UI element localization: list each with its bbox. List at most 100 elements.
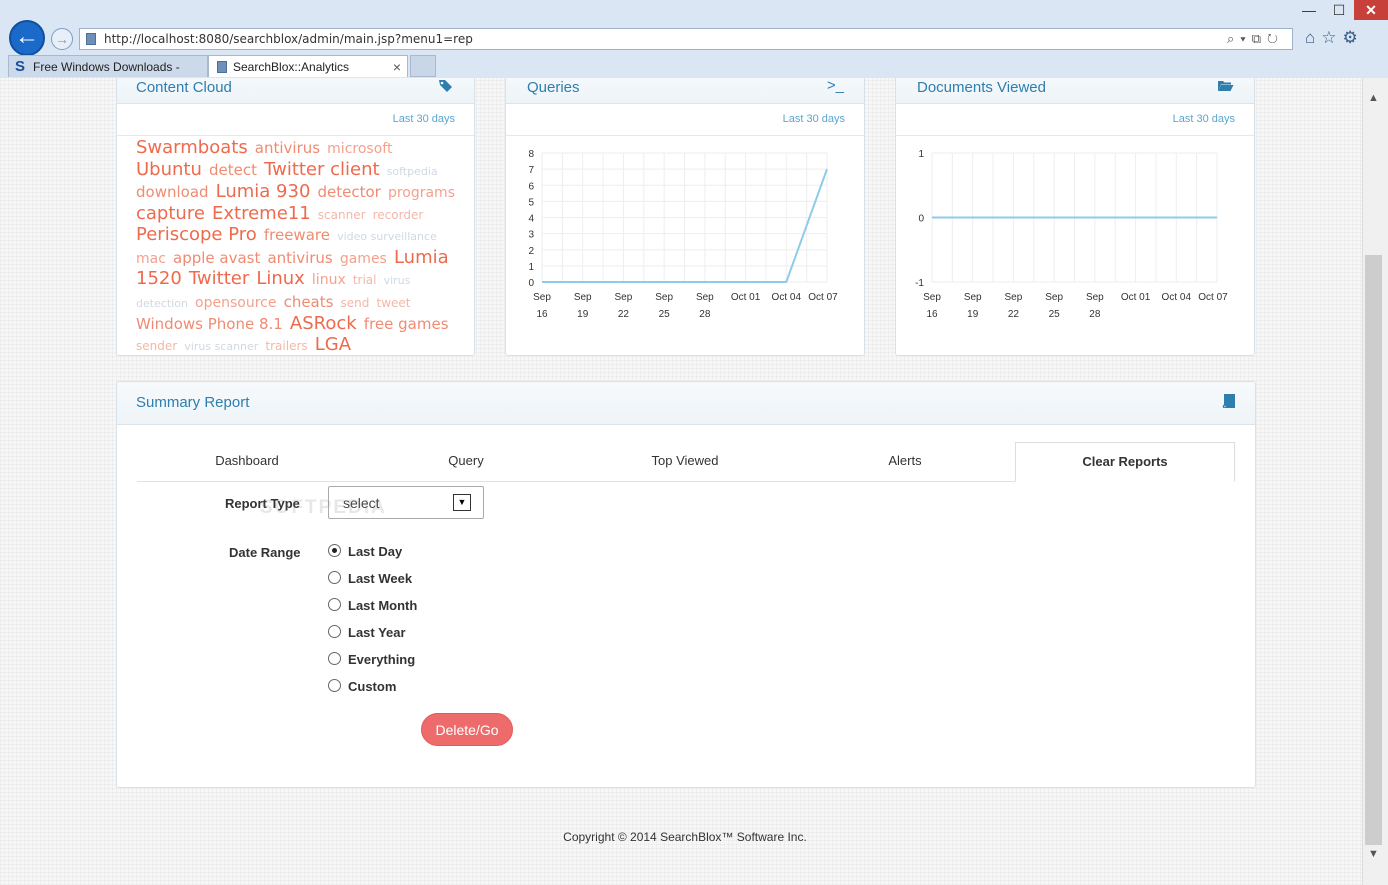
cloud-tag[interactable]: Windows Phone 8.1: [136, 315, 283, 333]
minimize-button[interactable]: —: [1295, 0, 1323, 20]
home-favorites-settings-icons[interactable]: ⌂☆⚙: [1305, 28, 1364, 48]
cloud-tag[interactable]: Lumia 930: [216, 181, 311, 202]
radio-label: Last Month: [348, 598, 418, 613]
cloud-tag[interactable]: LGA: [315, 334, 351, 355]
tab-free-windows-downloads[interactable]: S Free Windows Downloads - So...: [8, 55, 208, 96]
delete-go-button[interactable]: Delete/Go: [421, 713, 513, 746]
tags-icon: [438, 79, 454, 97]
url-text[interactable]: http://localhost:8080/searchblox/admin/m…: [104, 32, 473, 46]
queries-panel: Queries >_ Last 30 days 0 1 2 3 4 5 6 7 8 Sep 16 Se…: [505, 78, 865, 356]
panel-title: Summary Report: [136, 394, 250, 411]
radio-label: Last Day: [348, 544, 403, 559]
cloud-tag[interactable]: games: [340, 251, 387, 267]
forward-arrow-icon[interactable]: →: [51, 28, 73, 50]
cloud-tag[interactable]: apple avast: [173, 249, 260, 267]
documents-viewed-line-chart: -1 0 1 Sep 16 Sep 19 Sep 22 Sep 25 Sep 28 Oct 01 Oct 0…: [915, 149, 1228, 320]
x-tick-label: Sep: [533, 292, 551, 303]
maximize-button[interactable]: ☐: [1325, 0, 1353, 20]
cloud-tag[interactable]: Twitter client: [264, 159, 380, 180]
back-arrow-icon[interactable]: ←: [9, 20, 45, 56]
radio-button[interactable]: [328, 679, 341, 692]
tab-label: SearchBlox::Analytics: [233, 60, 350, 74]
new-tab-button[interactable]: [410, 55, 436, 77]
cloud-tag[interactable]: microsoft: [327, 141, 392, 157]
cloud-tag[interactable]: virus scanner: [184, 340, 258, 353]
cloud-tag[interactable]: detect: [209, 161, 257, 179]
cloud-tag[interactable]: trailers: [265, 339, 307, 353]
scrollbar-thumb[interactable]: [1365, 255, 1382, 845]
x-tick-label: Sep: [655, 292, 673, 303]
cloud-tag[interactable]: trial: [353, 273, 377, 287]
cloud-tag[interactable]: download: [136, 183, 209, 201]
x-tick-label: Sep: [1045, 292, 1063, 303]
panel-header: Summary Report: [117, 382, 1255, 425]
y-tick-label: 1: [918, 149, 924, 160]
cloud-tag[interactable]: Ubuntu: [136, 159, 202, 180]
panel-header: Documents Viewed: [896, 78, 1254, 104]
y-tick-label: 8: [528, 149, 534, 160]
browser-chrome: ← → http://localhost:8080/searchblox/adm…: [0, 0, 1388, 96]
cloud-tag[interactable]: capture: [136, 203, 205, 224]
cloud-tag[interactable]: antivirus: [267, 249, 332, 267]
radio-button[interactable]: [328, 544, 341, 557]
cloud-tag[interactable]: linux: [312, 272, 346, 288]
cloud-tag[interactable]: detector: [318, 183, 381, 201]
cloud-tag[interactable]: ASRock: [290, 313, 357, 334]
tab-alerts[interactable]: Alerts: [795, 442, 1015, 481]
cloud-tag[interactable]: softpedia: [387, 165, 438, 178]
y-tick-label: 0: [528, 278, 534, 289]
tab-searchblox-analytics[interactable]: SearchBlox::Analytics ×: [208, 55, 408, 77]
x-tick-label: Sep: [615, 292, 633, 303]
scroll-up-icon[interactable]: ▲: [1368, 92, 1379, 104]
cloud-tag[interactable]: freeware: [264, 226, 330, 244]
close-tab-icon[interactable]: ×: [393, 56, 401, 78]
tab-dashboard[interactable]: Dashboard: [137, 442, 357, 481]
cloud-tag[interactable]: Periscope Pro: [136, 224, 257, 245]
scroll-down-icon[interactable]: ▼: [1368, 848, 1379, 860]
cloud-tag[interactable]: cheats: [284, 293, 334, 311]
cloud-tag[interactable]: antivirus: [255, 139, 320, 157]
y-tick-label: 3: [528, 230, 534, 241]
x-tick-label: Oct 04: [1162, 292, 1192, 303]
cloud-tag[interactable]: video surveillance: [337, 230, 437, 243]
radio-label: Custom: [348, 679, 397, 694]
cloud-tag[interactable]: free games: [364, 315, 449, 333]
footer-copyright: Copyright © 2014 SearchBlox™ Software In…: [563, 830, 807, 844]
address-bar[interactable]: http://localhost:8080/searchblox/admin/m…: [79, 28, 1293, 50]
vertical-scrollbar[interactable]: ▲ ▼: [1362, 78, 1388, 885]
radio-label: Last Week: [348, 571, 413, 586]
radio-button[interactable]: [328, 598, 341, 611]
cloud-tag[interactable]: Linux: [256, 268, 305, 289]
x-tick-label: 25: [1049, 309, 1061, 320]
x-tick-label: 16: [926, 309, 938, 320]
softpedia-icon: S: [15, 58, 26, 75]
close-button[interactable]: ✕: [1354, 0, 1388, 20]
cloud-tag[interactable]: Swarmboats: [136, 137, 248, 158]
tab-query[interactable]: Query: [356, 442, 576, 481]
tab-clear-reports[interactable]: Clear Reports: [1015, 442, 1235, 482]
y-tick-label: 2: [528, 246, 534, 257]
cloud-tag[interactable]: opensource: [195, 295, 276, 311]
cloud-tag[interactable]: programs: [388, 185, 455, 201]
cloud-tag[interactable]: mac: [136, 251, 166, 267]
radio-button[interactable]: [328, 625, 341, 638]
cloud-tag[interactable]: Twitter: [189, 268, 249, 289]
x-tick-label: 28: [699, 309, 711, 320]
cloud-tag[interactable]: sender: [136, 339, 177, 353]
search-dropdown-icon[interactable]: ⌕▾⧉↻: [1227, 31, 1284, 47]
chevron-down-icon[interactable]: ▼: [453, 494, 471, 511]
cloud-tag[interactable]: recorder: [373, 208, 424, 222]
page-icon: [217, 61, 227, 73]
x-tick-label: Oct 04: [772, 292, 802, 303]
x-tick-label: 19: [967, 309, 979, 320]
y-tick-label: 7: [528, 165, 534, 176]
radio-button[interactable]: [328, 652, 341, 665]
tab-top-viewed[interactable]: Top Viewed: [575, 442, 795, 481]
period-label: Last 30 days: [392, 113, 455, 125]
cloud-tag[interactable]: scanner: [318, 208, 366, 222]
radio-button[interactable]: [328, 571, 341, 584]
cloud-tag[interactable]: Extreme11: [212, 203, 311, 224]
cloud-tag[interactable]: send: [341, 296, 370, 310]
x-tick-label: Oct 01: [731, 292, 761, 303]
cloud-tag[interactable]: tweet: [377, 296, 411, 310]
